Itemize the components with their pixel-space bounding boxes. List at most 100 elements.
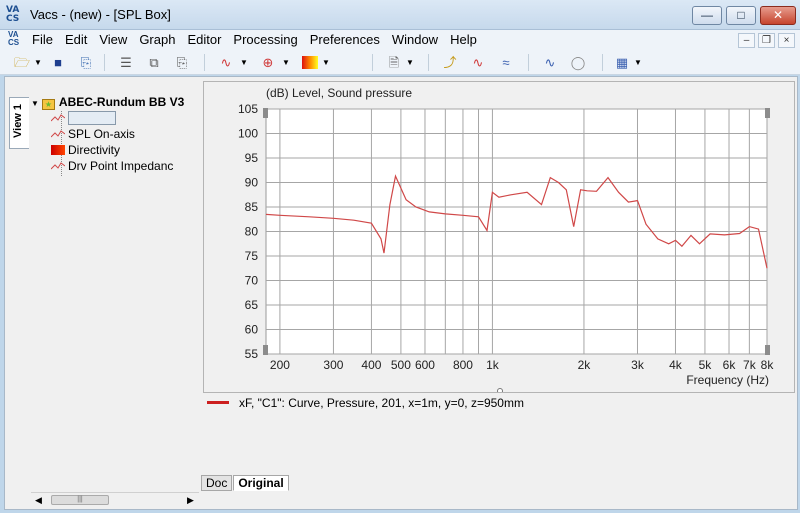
menu-window[interactable]: Window bbox=[392, 32, 438, 47]
axis-handle bbox=[765, 345, 770, 355]
x-tick-label: 300 bbox=[323, 358, 343, 372]
curve-icon bbox=[51, 130, 65, 138]
curve-icon bbox=[51, 114, 65, 122]
y-tick-label: 85 bbox=[245, 200, 259, 214]
tree-icon[interactable]: ☰ bbox=[116, 53, 136, 72]
mdi-close-button[interactable]: × bbox=[778, 33, 795, 48]
document-window: View 1 ▼ ★ ABEC-Rundum BB V3 SPL On-axis D… bbox=[4, 76, 798, 510]
curve-dropdown-arrow-icon[interactable]: ▼ bbox=[240, 53, 248, 72]
tab-doc[interactable]: Doc bbox=[201, 475, 233, 491]
x-tick-label: 4k bbox=[669, 358, 683, 372]
open-dropdown-arrow-icon[interactable]: ▼ bbox=[34, 53, 42, 72]
y-tick-label: 80 bbox=[245, 225, 259, 239]
open-folder-icon[interactable]: 🗁 bbox=[12, 53, 32, 72]
mdi-minimize-button[interactable]: – bbox=[738, 33, 755, 48]
new-doc-dropdown-arrow-icon[interactable]: ▼ bbox=[406, 53, 414, 72]
tree-root-node[interactable]: ▼ ★ ABEC-Rundum BB V3 bbox=[31, 95, 184, 110]
plot-add-icon[interactable]: ∿ bbox=[468, 53, 488, 72]
target-dropdown-arrow-icon[interactable]: ▼ bbox=[282, 53, 290, 72]
graph-export-icon[interactable]: ∿ bbox=[540, 53, 560, 72]
plot-multi-icon[interactable]: ≈ bbox=[496, 53, 516, 72]
chart-title: (dB) Level, Sound pressure bbox=[266, 86, 412, 100]
y-tick-label: 75 bbox=[245, 249, 259, 263]
tree-item-edit-box[interactable] bbox=[68, 111, 116, 125]
tree-item-label: SPL On-axis bbox=[68, 127, 135, 141]
x-tick-label: 400 bbox=[361, 358, 381, 372]
save-icon[interactable]: ■ bbox=[48, 53, 68, 72]
tree-horizontal-scrollbar[interactable]: ◀ ||| ▶ bbox=[31, 492, 199, 506]
calendar-grid-icon[interactable]: ▦ bbox=[612, 53, 632, 72]
y-tick-label: 70 bbox=[245, 274, 259, 288]
toolbar-separator bbox=[602, 54, 603, 71]
target-icon[interactable]: ⊕ bbox=[258, 53, 278, 72]
mdi-restore-button[interactable]: ❐ bbox=[758, 33, 775, 48]
toolbar: 🗁 ▼ ■ ⎘ ☰ ⧉ ⎘ ∿ ▼ ⊕ ▼ ▼ 🗎 ▼ ⤴ ∿ ≈ ∿ ◯ ▦ … bbox=[0, 50, 800, 75]
scroll-left-arrow-icon[interactable]: ◀ bbox=[35, 493, 42, 507]
new-doc-icon[interactable]: 🗎 bbox=[384, 53, 404, 72]
splitter-handle bbox=[497, 388, 503, 394]
close-button[interactable]: ✕ bbox=[760, 6, 796, 25]
y-tick-label: 90 bbox=[245, 176, 259, 190]
scroll-thumb[interactable]: ||| bbox=[51, 495, 109, 505]
title-bar: VA CS Vacs - (new) - [SPL Box] — □ ✕ bbox=[0, 0, 800, 30]
colormap-icon bbox=[51, 145, 65, 155]
curve-icon bbox=[51, 162, 65, 170]
doc-icon-text-bottom: CS bbox=[8, 38, 20, 47]
menu-processing[interactable]: Processing bbox=[233, 32, 297, 47]
colormap-icon[interactable] bbox=[300, 53, 320, 72]
disc-icon[interactable]: ◯ bbox=[568, 53, 588, 72]
menu-help[interactable]: Help bbox=[450, 32, 477, 47]
app-logo-text-bottom: CS bbox=[6, 14, 20, 24]
menu-view[interactable]: View bbox=[99, 32, 127, 47]
tree-item-directivity[interactable]: Directivity bbox=[51, 143, 120, 159]
x-tick-label: 6k bbox=[723, 358, 737, 372]
tree-item-spl-on-axis[interactable]: SPL On-axis bbox=[51, 127, 135, 143]
print-icon[interactable]: ⎘ bbox=[76, 53, 96, 72]
colormap-dropdown-arrow-icon[interactable]: ▼ bbox=[322, 53, 330, 72]
x-tick-label: 500 bbox=[391, 358, 411, 372]
menu-bar: VA CS File Edit View Graph Editor Proces… bbox=[0, 30, 800, 50]
toolbar-separator bbox=[204, 54, 205, 71]
legend-text: xF, "C1": Curve, Pressure, 201, x=1m, y=… bbox=[239, 396, 524, 410]
tree-item-drv-point-impedance[interactable]: Drv Point Impedanc bbox=[51, 159, 173, 175]
project-icon: ★ bbox=[41, 99, 55, 110]
y-tick-label: 60 bbox=[245, 323, 259, 337]
toolbar-separator bbox=[528, 54, 529, 71]
toolbar-separator bbox=[428, 54, 429, 71]
tree-item-selected[interactable] bbox=[51, 111, 116, 127]
paste-doc-icon[interactable]: ⎘ bbox=[172, 53, 192, 72]
x-tick-label: 600 bbox=[415, 358, 435, 372]
document-tabs: Doc Original bbox=[201, 475, 290, 491]
legend-swatch bbox=[207, 401, 229, 404]
maximize-button[interactable]: □ bbox=[726, 6, 756, 25]
y-tick-label: 65 bbox=[245, 298, 259, 312]
collapse-arrow-icon[interactable]: ▼ bbox=[31, 99, 39, 108]
axis-handle bbox=[263, 108, 268, 118]
tab-original[interactable]: Original bbox=[233, 475, 289, 491]
tree-root-label: ABEC-Rundum BB V3 bbox=[58, 95, 185, 109]
curve-icon[interactable]: ∿ bbox=[216, 53, 236, 72]
x-tick-label: 3k bbox=[631, 358, 645, 372]
grid-dropdown-arrow-icon[interactable]: ▼ bbox=[634, 53, 642, 72]
menu-file[interactable]: File bbox=[32, 32, 53, 47]
menu-preferences[interactable]: Preferences bbox=[310, 32, 380, 47]
project-tree: ▼ ★ ABEC-Rundum BB V3 SPL On-axis Directiv… bbox=[29, 93, 199, 493]
copy-doc-icon[interactable]: ⧉ bbox=[144, 53, 164, 72]
graph-panel: 55 60 65 70 75 80 85 90 95 100 105 200 300 400 500 600 8… bbox=[203, 81, 795, 394]
document-icon[interactable]: VA CS bbox=[8, 31, 19, 47]
x-tick-label: 2k bbox=[578, 358, 592, 372]
minimize-button[interactable]: — bbox=[692, 6, 722, 25]
spl-chart[interactable]: 55 60 65 70 75 80 85 90 95 100 105 200 300 400 500 600 8… bbox=[204, 82, 794, 394]
app-logo-icon: VA CS bbox=[6, 6, 24, 24]
menu-editor[interactable]: Editor bbox=[187, 32, 221, 47]
load-icon[interactable]: ⤴ bbox=[440, 53, 460, 72]
scroll-right-arrow-icon[interactable]: ▶ bbox=[187, 493, 194, 507]
view-tab-label: View 1 bbox=[12, 103, 24, 138]
chart-legend: xF, "C1": Curve, Pressure, 201, x=1m, y=… bbox=[203, 396, 524, 412]
menu-graph[interactable]: Graph bbox=[139, 32, 175, 47]
x-tick-label: 1k bbox=[486, 358, 500, 372]
menu-edit[interactable]: Edit bbox=[65, 32, 87, 47]
view-tab[interactable]: View 1 bbox=[9, 97, 29, 149]
x-tick-label: 200 bbox=[270, 358, 290, 372]
y-tick-label: 55 bbox=[245, 347, 259, 361]
